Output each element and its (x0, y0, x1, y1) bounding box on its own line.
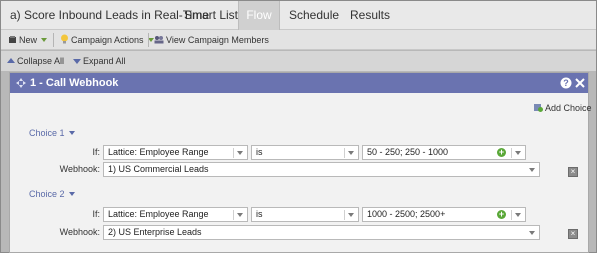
collapse-all-label: Collapse All (17, 56, 65, 66)
flow-step-panel: 1 - Call Webhook ? Add Choice Choice 1 I… (9, 72, 592, 253)
divider (344, 148, 345, 158)
chevron-down-icon (515, 151, 521, 155)
divider (511, 210, 512, 220)
add-value-icon[interactable]: + (497, 210, 506, 219)
tab-smart-list[interactable]: Smart List (184, 1, 238, 30)
toolbar: New Campaign Actions View Campaign Membe… (1, 30, 596, 50)
choice-1-value: 50 - 250; 250 - 1000 (367, 147, 449, 157)
choice-2-value-field[interactable]: 1000 - 2500; 2500+ + (362, 207, 526, 222)
chevron-down-icon (515, 213, 521, 217)
collapse-expand-bar: Collapse All Expand All (1, 51, 596, 71)
add-value-icon[interactable]: + (497, 148, 506, 157)
collapse-all-button[interactable]: Collapse All (7, 51, 64, 71)
chevron-down-icon (237, 151, 243, 155)
choice-2-attribute-value: Lattice: Employee Range (108, 209, 209, 219)
chevron-down-icon (348, 213, 354, 217)
program-title: a) Score Inbound Leads in Real-Time (10, 8, 209, 22)
collapse-icon (7, 58, 15, 63)
choice-1-webhook-value: 1) US Commercial Leads (108, 164, 209, 174)
help-icon[interactable]: ? (560, 77, 572, 89)
expand-all-label: Expand All (83, 56, 126, 66)
close-icon: × (570, 167, 576, 176)
chevron-down-icon (68, 131, 75, 135)
expand-icon (73, 59, 81, 64)
choice-1-webhook-select[interactable]: 1) US Commercial Leads (103, 162, 540, 177)
flow-step-title: 1 - Call Webhook (30, 77, 119, 89)
campaign-actions-button[interactable]: Campaign Actions (60, 30, 154, 50)
chevron-down-icon (529, 168, 535, 172)
choice-1-label: Choice 1 (29, 128, 65, 138)
choice-2-webhook-label: Webhook: (59, 227, 100, 237)
close-icon: × (570, 229, 576, 238)
drag-handle-icon[interactable] (16, 78, 26, 88)
tab-bar: a) Score Inbound Leads in Real-Time Smar… (1, 1, 596, 30)
remove-choice-1-button[interactable]: × (568, 167, 578, 177)
choice-2-webhook-select[interactable]: 2) US Enterprise Leads (103, 225, 540, 240)
new-button[interactable]: New (8, 30, 48, 50)
expand-all-button[interactable]: Expand All (73, 51, 126, 71)
divider (344, 210, 345, 220)
choice-1-operator-value: is (256, 147, 263, 157)
tab-schedule[interactable]: Schedule (289, 1, 339, 30)
divider (511, 148, 512, 158)
choice-1-if-label: If: (92, 147, 100, 157)
add-choice-icon (534, 104, 543, 112)
choice-1-webhook-label: Webhook: (59, 164, 100, 174)
remove-choice-2-button[interactable]: × (568, 229, 578, 239)
new-label: New (19, 35, 38, 45)
choice-1-value-field[interactable]: 50 - 250; 250 - 1000 + (362, 145, 526, 160)
add-choice-label: Add Choice (545, 103, 592, 113)
toolbar-divider (53, 33, 54, 47)
new-icon (9, 36, 16, 43)
choice-2-value: 1000 - 2500; 2500+ (367, 209, 446, 219)
chevron-down-icon (529, 231, 535, 235)
chevron-down-icon (68, 192, 75, 196)
add-choice-button[interactable]: Add Choice (534, 103, 592, 113)
flow-step-header[interactable]: 1 - Call Webhook ? (10, 73, 588, 93)
chevron-down-icon (237, 213, 243, 217)
divider (233, 148, 234, 158)
tab-flow[interactable]: Flow (238, 1, 280, 30)
view-members-label: View Campaign Members (166, 35, 269, 45)
choice-1-operator-select[interactable]: is (251, 145, 359, 160)
tab-results[interactable]: Results (350, 1, 390, 30)
view-campaign-members-button[interactable]: View Campaign Members (154, 30, 269, 50)
choice-2-webhook-value: 2) US Enterprise Leads (108, 227, 202, 237)
choice-2-toggle[interactable]: Choice 2 (29, 189, 75, 199)
choice-2-attribute-select[interactable]: Lattice: Employee Range (103, 207, 248, 222)
campaign-actions-label: Campaign Actions (71, 35, 144, 45)
choice-1-attribute-value: Lattice: Employee Range (108, 147, 209, 157)
svg-text:?: ? (563, 78, 569, 88)
choice-2-operator-select[interactable]: is (251, 207, 359, 222)
close-icon[interactable] (574, 77, 586, 89)
choice-2-operator-value: is (256, 209, 263, 219)
choice-1-toggle[interactable]: Choice 1 (29, 128, 75, 138)
chevron-down-icon (348, 151, 354, 155)
choice-1-attribute-select[interactable]: Lattice: Employee Range (103, 145, 248, 160)
choice-2-if-label: If: (92, 209, 100, 219)
toolbar-divider (148, 33, 149, 47)
chevron-down-icon (41, 38, 48, 42)
flow-step-body: Add Choice Choice 1 If: Lattice: Employe… (10, 93, 592, 252)
choice-2-label: Choice 2 (29, 189, 65, 199)
members-icon (154, 36, 164, 44)
lightbulb-icon (61, 34, 68, 44)
divider (233, 210, 234, 220)
